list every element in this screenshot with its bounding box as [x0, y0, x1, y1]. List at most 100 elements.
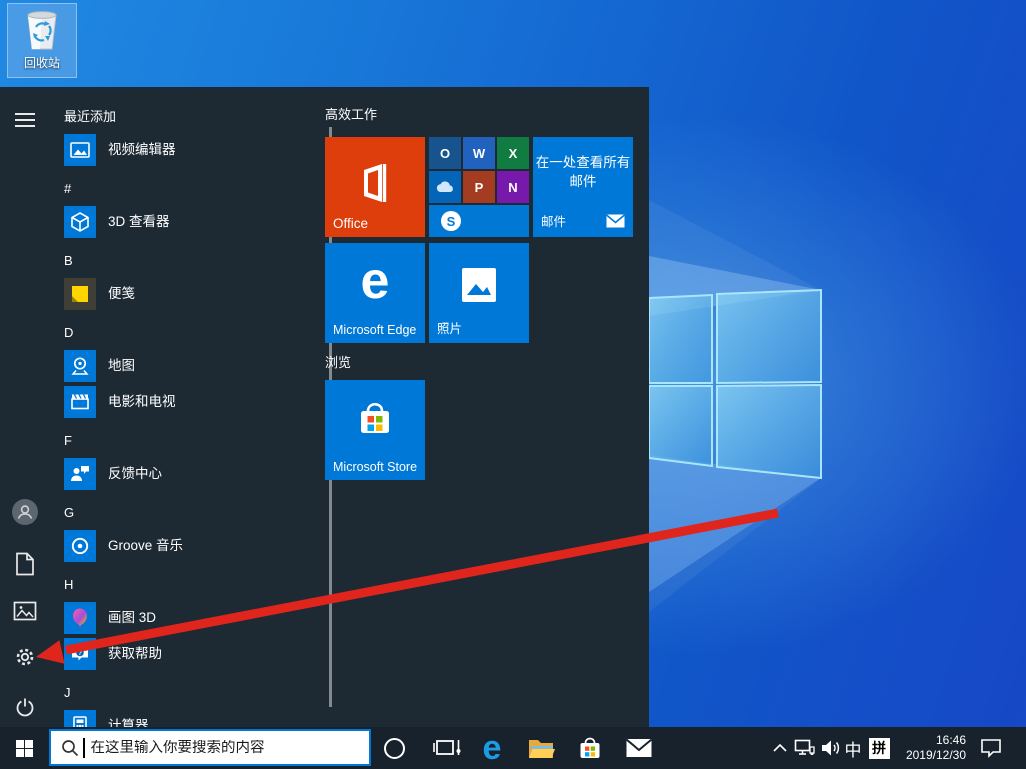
app-section-header: # [64, 170, 322, 206]
ime-mode-button[interactable]: 拼 [866, 727, 892, 769]
app-item-movies-tv[interactable]: 电影和电视 [64, 386, 322, 422]
powerpoint-tile[interactable]: P [463, 171, 495, 203]
tile-panel: 高效工作 Office O W X P N S [325, 104, 641, 724]
app-label: 电影和电视 [108, 386, 176, 418]
app-item-groove-music[interactable]: Groove 音乐 [64, 530, 322, 566]
volume-tray-button[interactable] [818, 727, 844, 769]
app-label: 反馈中心 [108, 458, 162, 490]
app-label: 画图 3D [108, 602, 156, 634]
app-label: 视频编辑器 [108, 134, 176, 166]
tile-photos[interactable]: 照片 [429, 243, 529, 343]
app-label: 便笺 [108, 278, 135, 310]
tile-label: Office [333, 216, 368, 231]
tile-group-title: 高效工作 [325, 104, 377, 123]
app-section-header: B [64, 242, 322, 278]
search-icon [61, 739, 79, 757]
app-item-calculator[interactable]: 计算器 [64, 710, 322, 727]
outlook-tile[interactable]: O [429, 137, 461, 169]
paint-3d-icon [64, 602, 96, 634]
word-letter: W [473, 146, 485, 161]
store-bag-icon [354, 396, 396, 442]
app-label: 3D 查看器 [108, 206, 170, 238]
folder-icon [527, 736, 555, 760]
pictures-icon [13, 601, 37, 621]
app-item-get-help[interactable]: ? 获取帮助 [64, 638, 322, 674]
powerpoint-letter: P [475, 180, 484, 195]
sticky-notes-icon [64, 278, 96, 310]
file-explorer-button[interactable] [517, 727, 565, 769]
recycle-bin-icon[interactable]: 回收站 [7, 3, 77, 78]
tile-office-apps-cluster[interactable]: O W X P N S [429, 137, 529, 237]
mail-tile-text: 在一处查看所有邮件 [535, 153, 631, 191]
maps-icon [64, 350, 96, 382]
windows-logo-icon [16, 740, 33, 757]
clock-tray-button[interactable]: 16:46 2019/12/30 [896, 727, 966, 769]
search-input[interactable] [85, 740, 370, 756]
network-tray-button[interactable] [792, 727, 818, 769]
photos-icon [459, 265, 499, 305]
notification-icon [980, 738, 1002, 758]
ime-language-label: 中 [845, 736, 862, 761]
power-button[interactable] [12, 693, 38, 719]
app-item-maps[interactable]: 地图 [64, 350, 322, 386]
store-taskbar-button[interactable] [566, 727, 614, 769]
edge-logo: e [325, 251, 425, 311]
app-label: 计算器 [108, 710, 149, 727]
power-icon [13, 694, 37, 718]
movies-tv-icon [64, 386, 96, 418]
app-section-header: D [64, 314, 322, 350]
onedrive-tile[interactable] [429, 171, 461, 203]
app-item-video-editor[interactable]: 视频编辑器 [64, 134, 322, 170]
desktop: 回收站 [0, 0, 1026, 769]
app-item-3d-viewer[interactable]: 3D 查看器 [64, 206, 322, 242]
start-menu: 最近添加 视频编辑器 # 3D 查看器 B 便笺 [0, 87, 649, 727]
menu-hamburger-button[interactable] [12, 107, 38, 133]
app-section-header: 最近添加 [64, 104, 322, 134]
mail-tile-label: 邮件 [541, 211, 566, 230]
mail-taskbar-button[interactable] [615, 727, 663, 769]
app-item-paint-3d[interactable]: 画图 3D [64, 602, 322, 638]
tile-mail[interactable]: 在一处查看所有邮件 邮件 [533, 137, 633, 237]
app-label: 获取帮助 [108, 638, 162, 670]
cortana-circle-icon [384, 738, 405, 759]
app-item-sticky-notes[interactable]: 便笺 [64, 278, 322, 314]
tile-microsoft-edge[interactable]: e Microsoft Edge [325, 243, 425, 343]
settings-button[interactable] [12, 644, 38, 670]
edge-taskbar-button[interactable]: e [468, 727, 516, 769]
app-section-header: J [64, 674, 322, 710]
user-account-button[interactable] [12, 499, 38, 525]
mail-envelope-icon [625, 737, 653, 759]
taskbar-search-box[interactable] [49, 729, 371, 766]
tile-microsoft-store[interactable]: Microsoft Store [325, 380, 425, 480]
office-logo-icon [352, 159, 398, 205]
task-view-button[interactable] [423, 727, 471, 769]
speaker-icon [820, 739, 842, 757]
app-section-header: H [64, 566, 322, 602]
app-section-header: G [64, 494, 322, 530]
calculator-icon [64, 710, 96, 727]
groove-music-icon [64, 530, 96, 562]
tile-office[interactable]: Office [325, 137, 425, 237]
tray-expand-button[interactable] [768, 727, 792, 769]
word-tile[interactable]: W [463, 137, 495, 169]
app-item-feedback-hub[interactable]: 反馈中心 [64, 458, 322, 494]
cortana-button[interactable] [370, 727, 418, 769]
store-bag-icon [576, 734, 604, 762]
pictures-button[interactable] [12, 598, 38, 624]
3d-viewer-icon [64, 206, 96, 238]
trash-can-icon [19, 7, 65, 53]
ethernet-network-icon [794, 739, 816, 757]
skype-tile[interactable]: S [429, 205, 529, 237]
start-button[interactable] [0, 727, 48, 769]
documents-button[interactable] [12, 551, 38, 577]
tile-label: 照片 [437, 318, 462, 337]
hamburger-icon [14, 112, 36, 128]
envelope-icon [606, 214, 625, 228]
gear-icon [13, 645, 37, 669]
action-center-button[interactable] [975, 727, 1007, 769]
user-avatar-icon [12, 499, 38, 525]
ime-language-button[interactable]: 中 [842, 727, 864, 769]
excel-tile[interactable]: X [497, 137, 529, 169]
onenote-tile[interactable]: N [497, 171, 529, 203]
chevron-up-icon [773, 744, 787, 752]
